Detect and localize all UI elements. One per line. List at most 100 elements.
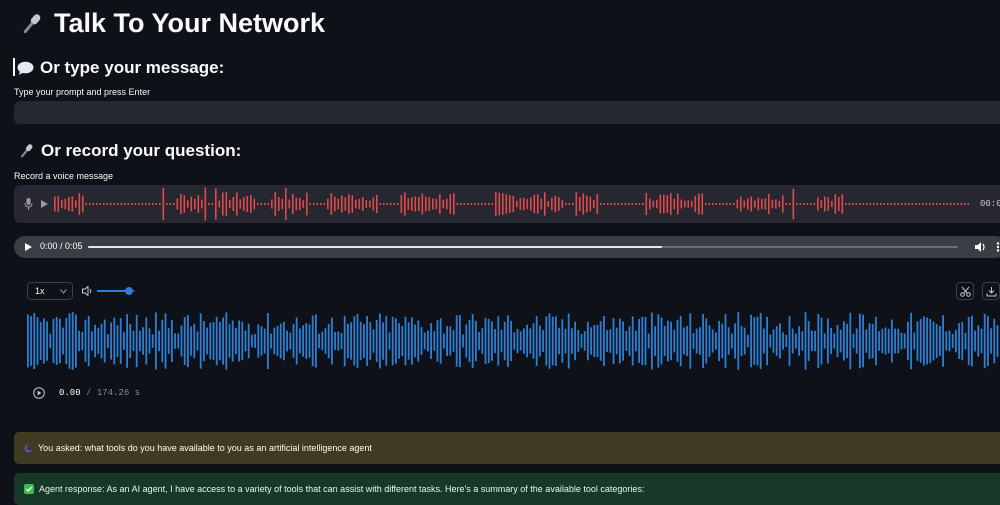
record-section-heading: Or record your question: [17, 141, 241, 161]
waveform-bar [436, 320, 439, 362]
waveform-bar [913, 332, 916, 350]
waveform-bar [78, 330, 80, 352]
waveform-bar [123, 332, 125, 350]
speaker-icon[interactable] [82, 286, 93, 296]
waveform-bar [727, 327, 730, 355]
waveform-bar [276, 325, 279, 357]
recorder-wave-bar [817, 197, 819, 211]
waveform-bar [222, 317, 224, 365]
microphone-icon [23, 13, 41, 33]
waveform-bar [497, 316, 500, 366]
waveform-bar [740, 325, 743, 357]
trim-button[interactable] [956, 282, 974, 300]
mic-icon[interactable] [24, 198, 33, 210]
waveform-bar [689, 313, 692, 369]
recorder-wave-bar [463, 203, 466, 205]
waveform-bar [836, 324, 839, 358]
download-button[interactable] [982, 282, 1000, 300]
waveform-play-icon[interactable] [33, 387, 45, 399]
recorder-wave-bar [775, 199, 777, 209]
recorder-wave-bar [152, 203, 154, 205]
playback-speed-select[interactable]: 1x [27, 282, 73, 300]
waveform-bar [708, 325, 711, 357]
waveform-bar [62, 327, 64, 355]
waveform-bar [535, 316, 538, 366]
recorder-wave-bar [701, 193, 704, 215]
waveform-bar [430, 323, 432, 359]
section-divider-bar [13, 58, 15, 76]
play-icon[interactable] [25, 243, 32, 251]
waveform-bar [868, 323, 871, 359]
waveform-bar [209, 322, 212, 360]
volume-icon[interactable] [975, 242, 987, 252]
recorder-play-icon[interactable] [41, 200, 48, 208]
volume-slider-thumb[interactable] [125, 287, 134, 295]
waveform-bar [206, 327, 208, 355]
waveform-bar [340, 333, 343, 349]
recorder-wave-bar [96, 203, 98, 205]
recorder-wave-bar [442, 199, 445, 209]
recorder-wave-bar [71, 196, 74, 212]
recorder-wave-bar [257, 203, 259, 205]
waveform-bar [103, 319, 106, 363]
waveform-bar [327, 323, 330, 359]
recorder-wave-bar [684, 200, 686, 208]
recorder-wave-bar [372, 197, 375, 211]
waveform-bar [516, 328, 519, 354]
recorder-wave-bar [890, 203, 893, 205]
waveform-bar [251, 334, 253, 348]
recorder-wave-bar [652, 200, 655, 208]
more-options-icon[interactable] [996, 242, 1000, 252]
record-section-heading-text: Or record your question: [41, 141, 242, 160]
recorder-wave-bar [698, 193, 700, 215]
waveform-bar [833, 333, 836, 349]
waveform-bar [87, 315, 90, 367]
waveform-bar [811, 330, 813, 352]
waveform-bar [193, 323, 196, 359]
audio-waveform[interactable] [27, 310, 1000, 372]
recorder-wave-bar [313, 203, 315, 205]
recorder-wave-bar [848, 203, 851, 205]
check-mark-icon [24, 484, 34, 494]
recorder-wave-bar [498, 192, 501, 216]
waveform-bar [119, 318, 122, 364]
waveform-bar [526, 324, 528, 358]
waveform-bar [734, 323, 736, 359]
waveform-bar [167, 327, 170, 355]
recorder-wave-bar [656, 199, 658, 209]
waveform-bar [235, 327, 237, 355]
recorder-wave-bar [201, 199, 203, 209]
waveform-bar [331, 317, 333, 365]
waveform-bar [590, 327, 592, 355]
prompt-input[interactable] [14, 101, 1000, 124]
recorder-wave-bar [176, 198, 179, 210]
recorder-wave-bar [897, 203, 900, 205]
waveform-bar [935, 324, 938, 358]
waveform-bar [113, 317, 116, 365]
recorder-wave-bar [481, 203, 483, 205]
waveform-bar [638, 318, 640, 364]
waveform-bar [439, 318, 442, 364]
waveform-bar [772, 329, 775, 353]
volume-slider[interactable] [97, 287, 135, 295]
waveform-bar [753, 317, 756, 365]
waveform-bar [228, 324, 231, 358]
recorder-wave-bar [488, 203, 490, 205]
recorder-wave-bar [778, 200, 781, 208]
waveform-bar [657, 314, 660, 368]
waveform-bar [993, 318, 996, 364]
recorder-wave-bar [943, 203, 945, 205]
waveform-bar [967, 316, 970, 366]
recorder-wave-bar [190, 196, 193, 212]
audio-progress-track[interactable] [88, 246, 958, 248]
recorder-wave-bar [173, 203, 175, 205]
recorder-wave-bar [57, 195, 60, 213]
recorder-wave-bar [183, 195, 186, 213]
waveform-bar [593, 324, 596, 358]
recorder-wave-bar [495, 192, 497, 216]
recorder-wave-bar [393, 203, 396, 205]
waveform-bar [183, 317, 186, 365]
recorder-wave-bar [957, 203, 959, 205]
waveform-bar [417, 320, 420, 362]
waveform-bar [49, 333, 52, 349]
